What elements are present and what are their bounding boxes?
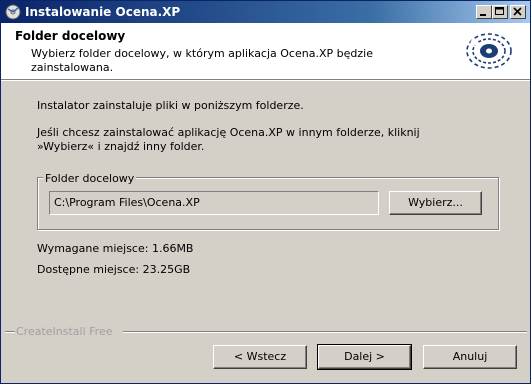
cancel-button[interactable]: Anuluj [423,345,517,369]
minimize-icon [480,14,486,16]
maximize-icon [495,7,504,15]
cd-disc-icon [466,33,512,69]
maximize-button[interactable] [492,5,508,19]
info-text-line1: Jeśli chcesz zainstalować aplikację Ocen… [37,126,420,139]
installer-window: Instalowanie Ocena.XP Folder docelowy Wy… [0,0,531,384]
title-bar[interactable]: Instalowanie Ocena.XP [1,1,530,23]
window-title: Instalowanie Ocena.XP [25,5,181,19]
close-button[interactable] [510,5,526,19]
info-text: Instalator zainstaluje pliki w poniższym… [37,99,304,112]
destination-path-value: C:\Program Files\Ocena.XP [54,196,200,209]
destination-path-field[interactable]: C:\Program Files\Ocena.XP [49,191,379,215]
header-divider [1,80,530,81]
minimize-button[interactable] [476,5,492,19]
installer-icon [5,4,21,20]
close-icon [513,7,522,16]
required-space: Wymagane miejsce: 1.66MB [37,242,194,255]
next-button[interactable]: Dalej > [317,344,412,370]
available-space: Dostępne miejsce: 23.25GB [37,263,191,276]
groupbox-label: Folder docelowy [43,172,137,185]
wizard-header: Folder docelowy Wybierz folder docelowy,… [1,23,530,80]
browse-button[interactable]: Wybierz... [389,191,482,215]
back-button[interactable]: < Wstecz [213,345,307,369]
brand-label: CreateInstall Free [16,325,113,338]
footer-separator-left [5,331,15,333]
page-subtitle: Wybierz folder docelowy, w którym aplika… [31,47,373,74]
page-title: Folder docelowy [15,29,126,43]
footer-separator [123,331,527,333]
info-text-line2: »Wybierz« i znajdź inny folder. [37,140,205,153]
